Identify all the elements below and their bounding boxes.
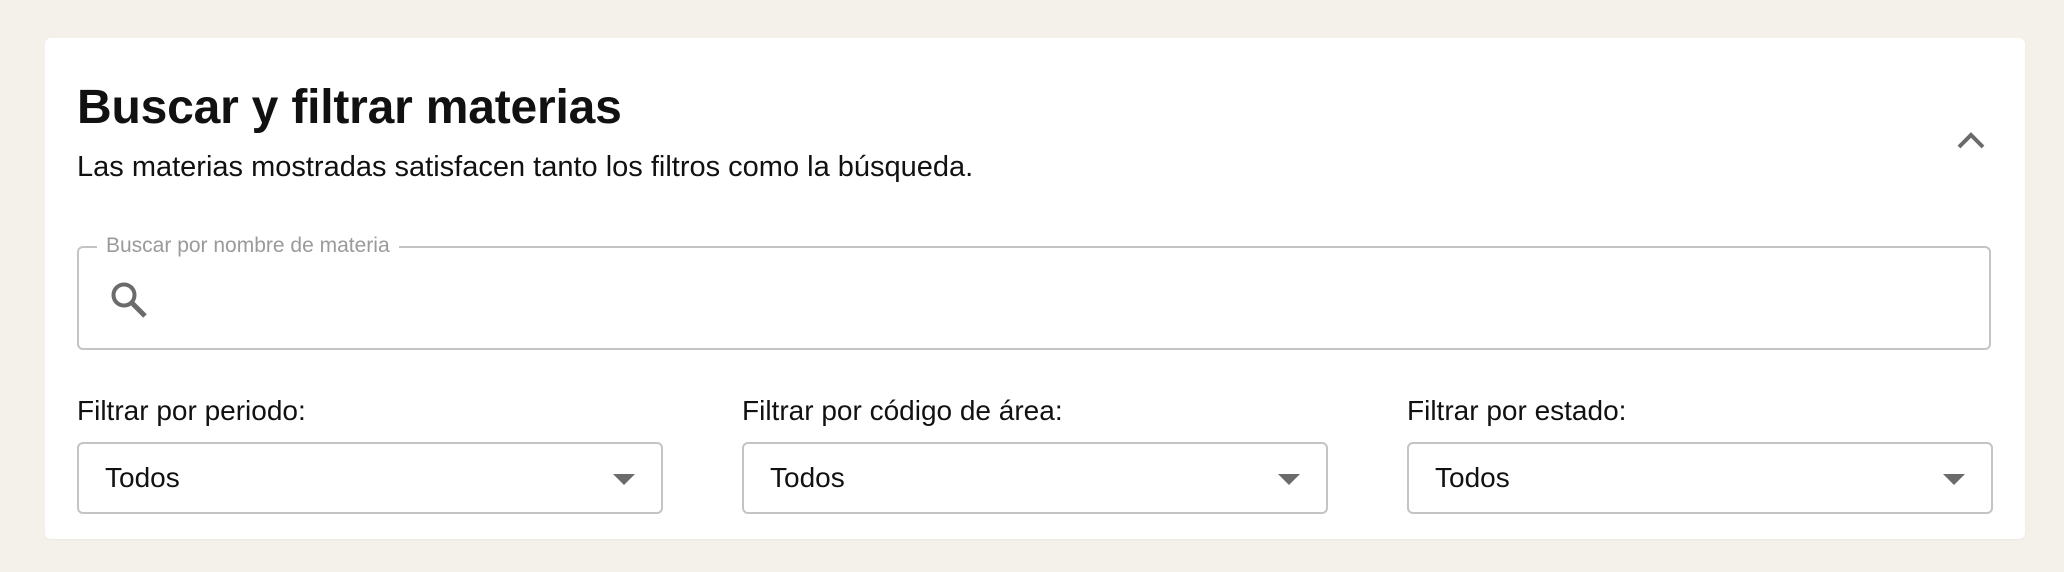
filter-status-value: Todos	[1435, 462, 1510, 493]
panel-title: Buscar y filtrar materias	[77, 81, 622, 134]
panel-subtitle: Las materias mostradas satisfacen tanto …	[77, 151, 974, 183]
filter-period-value: Todos	[105, 462, 180, 493]
filter-status: Filtrar por estado: Todos	[1407, 394, 1993, 514]
search-filter-panel: Buscar y filtrar materias Las materias m…	[45, 38, 2025, 539]
filter-area-code-label: Filtrar por código de área:	[742, 395, 1063, 426]
filter-area-code: Filtrar por código de área: Todos	[742, 394, 1328, 514]
search-input[interactable]	[171, 270, 1965, 328]
filter-area-code-select[interactable]: Todos	[742, 442, 1328, 514]
dropdown-caret-icon	[1943, 474, 1965, 485]
filter-status-select[interactable]: Todos	[1407, 442, 1993, 514]
filter-area-code-value: Todos	[770, 462, 845, 493]
filter-period: Filtrar por periodo: Todos	[77, 394, 663, 514]
search-icon	[111, 282, 147, 318]
dropdown-caret-icon	[613, 474, 635, 485]
search-field-label: Buscar por nombre de materia	[97, 232, 399, 260]
filter-status-label: Filtrar por estado:	[1407, 395, 1627, 426]
filter-period-label: Filtrar por periodo:	[77, 395, 306, 426]
search-field[interactable]: Buscar por nombre de materia	[77, 232, 1991, 350]
collapse-button[interactable]	[1947, 116, 1995, 164]
filter-period-select[interactable]: Todos	[77, 442, 663, 514]
chevron-up-icon	[1957, 132, 1985, 149]
dropdown-caret-icon	[1278, 474, 1300, 485]
